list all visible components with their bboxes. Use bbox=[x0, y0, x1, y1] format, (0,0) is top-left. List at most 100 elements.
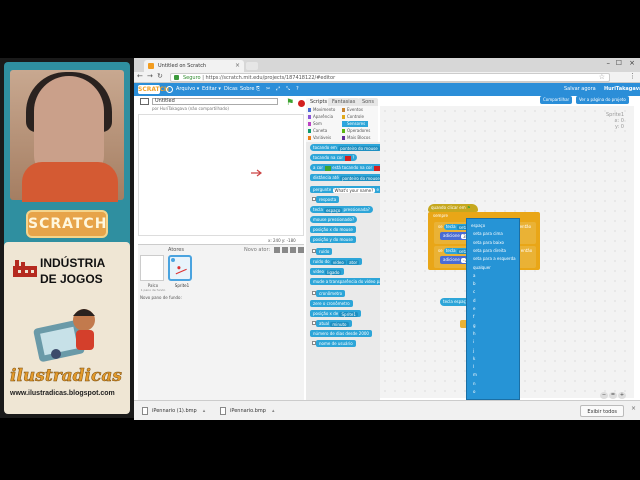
browser-menu-icon[interactable]: ⋮ bbox=[629, 72, 636, 80]
dropdown-option[interactable]: seta para a esquerda bbox=[473, 256, 516, 261]
category-controle[interactable]: Controle bbox=[342, 114, 364, 120]
palette-block[interactable]: posição x de Sprite1 bbox=[310, 310, 361, 317]
share-button[interactable]: Compartilhar bbox=[540, 96, 573, 104]
category-operadores[interactable]: Operadores bbox=[342, 128, 370, 134]
palette-block[interactable]: atual minuto bbox=[312, 320, 352, 327]
dropdown-option[interactable]: espaço bbox=[471, 223, 485, 228]
camera-sprite-icon[interactable] bbox=[298, 247, 304, 253]
zoom-reset-icon[interactable]: = bbox=[609, 392, 617, 399]
tab-sounds[interactable]: Sons bbox=[358, 98, 379, 106]
zoom-in-icon[interactable]: + bbox=[618, 392, 626, 399]
save-now-link[interactable]: Salvar agora bbox=[564, 83, 596, 96]
palette-block[interactable]: tecla espaço pressionada? bbox=[310, 206, 373, 213]
menu-arquivo[interactable]: Arquivo ▾ bbox=[176, 83, 199, 96]
dropdown-option[interactable]: h bbox=[473, 331, 476, 336]
dropdown-option[interactable]: f bbox=[473, 314, 474, 319]
palette-block[interactable]: tocando em ponteiro do mouse ? bbox=[310, 144, 387, 151]
dropdown-option[interactable]: k bbox=[473, 356, 475, 361]
palette-block[interactable]: ruído do vídeo ator bbox=[310, 258, 363, 265]
key-dropdown-menu[interactable]: espaço seta para cima seta para baixo seta … bbox=[466, 218, 520, 400]
upload-sprite-icon[interactable] bbox=[290, 247, 296, 253]
duplicate-icon[interactable]: ⎘ bbox=[256, 83, 260, 96]
palette-block[interactable]: cronômetro bbox=[312, 290, 346, 297]
green-flag-icon[interactable]: ⚑ bbox=[286, 99, 294, 108]
palette-block[interactable]: vídeo ligado bbox=[310, 268, 345, 275]
dropdown-option[interactable]: c bbox=[473, 289, 475, 294]
category-caneta[interactable]: Caneta bbox=[308, 128, 327, 134]
dropdown-option[interactable]: a bbox=[473, 273, 475, 278]
dropdown-option[interactable]: m bbox=[473, 372, 477, 377]
new-tab-button[interactable] bbox=[246, 62, 258, 70]
maximize-icon[interactable]: ☐ bbox=[616, 59, 622, 67]
dropdown-option[interactable]: seta para direita bbox=[473, 248, 506, 253]
dropdown-option[interactable]: i bbox=[473, 339, 474, 344]
dropdown-option[interactable]: qualquer bbox=[473, 265, 491, 270]
project-title-input[interactable]: Untitled bbox=[152, 98, 278, 105]
close-window-icon[interactable]: × bbox=[629, 59, 635, 67]
url-input[interactable]: Seguro | https://scratch.mit.edu/project… bbox=[170, 73, 610, 82]
stop-icon[interactable] bbox=[298, 100, 305, 107]
choose-sprite-icon[interactable] bbox=[274, 247, 280, 253]
palette-block[interactable]: mouse pressionado? bbox=[310, 216, 358, 223]
palette-block[interactable]: posição y do mouse bbox=[310, 236, 356, 243]
menu-editar[interactable]: Editar ▾ bbox=[202, 83, 221, 96]
reload-icon[interactable]: ↻ bbox=[157, 72, 163, 80]
back-icon[interactable]: ← bbox=[137, 72, 143, 80]
palette-block[interactable]: resposta bbox=[312, 196, 340, 203]
paint-sprite-icon[interactable] bbox=[282, 247, 288, 253]
palette-block[interactable]: zere o cronômetro bbox=[310, 300, 353, 307]
stage[interactable] bbox=[138, 114, 304, 236]
show-all-downloads-button[interactable]: Exibir todos bbox=[580, 405, 624, 417]
sprite-on-stage[interactable] bbox=[251, 169, 263, 177]
browser-tab[interactable]: Untitled on Scratch × bbox=[144, 60, 244, 72]
category-som[interactable]: Som bbox=[308, 121, 322, 127]
dropdown-option[interactable]: g bbox=[473, 323, 476, 328]
hat-block-green-flag[interactable]: quando clicar em ⚑ bbox=[428, 204, 478, 212]
dropdown-option[interactable]: j bbox=[473, 348, 474, 353]
download-item-2[interactable]: iPennario.bmp ▴ bbox=[220, 405, 274, 417]
monitor-checkbox[interactable] bbox=[312, 197, 316, 201]
category-sensores[interactable]: Sensores bbox=[342, 121, 369, 127]
dropdown-option[interactable]: seta para cima bbox=[473, 231, 503, 236]
palette-block[interactable]: a cor está tocando na cor ? bbox=[310, 164, 387, 171]
monitor-checkbox[interactable] bbox=[312, 249, 316, 253]
tab-close-icon[interactable]: × bbox=[235, 60, 240, 72]
forward-icon[interactable]: → bbox=[147, 72, 153, 80]
menu-sobre[interactable]: Sobre bbox=[240, 83, 254, 96]
download-item-1[interactable]: iPennario (1).bmp ▴ bbox=[142, 405, 205, 417]
see-project-page-button[interactable]: Ver a página do projeto bbox=[576, 96, 629, 104]
dropdown-option[interactable]: o bbox=[473, 389, 475, 394]
monitor-checkbox[interactable] bbox=[312, 291, 316, 295]
shrink-icon[interactable]: ⤡ bbox=[286, 83, 290, 96]
monitor-checkbox[interactable] bbox=[312, 321, 316, 325]
dropdown-option[interactable]: e bbox=[473, 306, 475, 311]
monitor-checkbox[interactable] bbox=[312, 341, 316, 345]
palette-block[interactable]: ruído bbox=[312, 248, 333, 255]
category-movimento[interactable]: Movimento bbox=[308, 107, 335, 113]
presentation-mode-icon[interactable] bbox=[140, 98, 149, 105]
category-mais-blocos[interactable]: Mais Blocos bbox=[342, 135, 370, 141]
dropdown-option[interactable]: l bbox=[473, 364, 474, 369]
delete-icon[interactable]: ✂ bbox=[266, 83, 270, 96]
sprite-thumbnail[interactable] bbox=[168, 255, 192, 281]
menu-dicas[interactable]: Dicas bbox=[224, 83, 238, 96]
palette-block[interactable]: número de dias desde 2000 bbox=[310, 330, 372, 337]
palette-block[interactable]: nome de usuário bbox=[312, 340, 356, 347]
zoom-out-icon[interactable]: − bbox=[600, 392, 608, 399]
dropdown-option[interactable]: n bbox=[473, 381, 476, 386]
category-eventos[interactable]: Eventos bbox=[342, 107, 363, 113]
dropdown-option[interactable]: b bbox=[473, 281, 476, 286]
dropdown-option[interactable]: d bbox=[473, 298, 476, 303]
category-aparencia[interactable]: Aparência bbox=[308, 114, 333, 120]
bookmark-star-icon[interactable]: ☆ bbox=[599, 73, 605, 81]
dropdown-option[interactable]: seta para baixo bbox=[473, 240, 504, 245]
palette-block[interactable]: posição x do mouse bbox=[310, 226, 356, 233]
palette-block[interactable]: tocando na cor ? bbox=[310, 154, 358, 161]
scratch-logo[interactable]: SCRATCH bbox=[138, 85, 169, 94]
palette-block[interactable]: distância até ponteiro do mouse bbox=[310, 174, 385, 181]
language-globe-icon[interactable] bbox=[166, 86, 173, 93]
grow-icon[interactable]: ⤢ bbox=[276, 83, 280, 96]
minimize-icon[interactable]: – bbox=[607, 59, 611, 67]
category-variaveis[interactable]: Variáveis bbox=[308, 135, 331, 141]
close-downloads-icon[interactable]: × bbox=[631, 405, 636, 412]
